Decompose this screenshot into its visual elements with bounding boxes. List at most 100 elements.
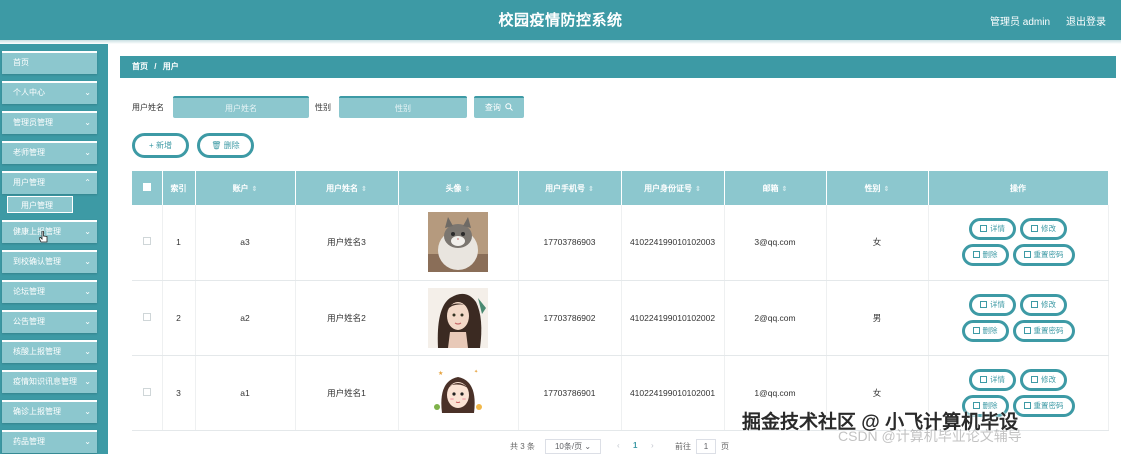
sort-icon[interactable]: ⇕ xyxy=(782,186,788,193)
sort-icon[interactable]: ⇕ xyxy=(465,186,471,193)
document-icon xyxy=(980,375,987,383)
table-row: 1 a3 用户姓名3 17703786903 41022419901010200… xyxy=(132,205,1109,281)
cell-account: a3 xyxy=(195,205,296,281)
document-icon xyxy=(980,225,987,233)
cell-idcard: 410224199010102003 xyxy=(621,205,725,281)
cell-gender: 男 xyxy=(826,280,929,356)
batch-delete-button[interactable]: 🗑 删除 xyxy=(197,133,254,158)
sidebar-item-medicine[interactable]: 药品管理 ⌄ xyxy=(2,430,97,453)
hand-cursor-icon xyxy=(39,231,48,243)
column-header[interactable]: 用户姓名 ⇕ xyxy=(295,171,399,205)
table-row: 2 a2 用户姓名2 17703786902 41022419901010200… xyxy=(132,280,1109,356)
sort-icon[interactable]: ⇕ xyxy=(884,186,890,193)
top-header: 校园疫情防控系统 管理员 admin 退出登录 xyxy=(0,0,1121,40)
sidebar-item-knowledge[interactable]: 疫情知识讯息管理 ⌄ xyxy=(2,370,97,393)
svg-text:✦: ✦ xyxy=(474,369,478,375)
chevron-down-icon: ⌄ xyxy=(84,257,91,266)
sidebar-item-notice[interactable]: 公告管理 ⌄ xyxy=(2,310,97,333)
key-icon xyxy=(1023,401,1031,409)
cell-email: 2@qq.com xyxy=(724,280,827,356)
cell-account: a2 xyxy=(195,280,296,356)
sidebar-item-teachers[interactable]: 老师管理 ⌄ xyxy=(2,141,97,164)
edit-button[interactable]: 修改 xyxy=(1020,293,1067,316)
select-all-checkbox[interactable] xyxy=(142,183,151,191)
row-checkbox[interactable] xyxy=(142,312,151,321)
svg-text:★: ★ xyxy=(438,370,443,377)
sidebar-item-arrival[interactable]: 到校确认管理 ⌄ xyxy=(2,250,97,273)
sidebar-item-forum[interactable]: 论坛管理 ⌄ xyxy=(2,280,97,303)
chevron-down-icon: ⌄ xyxy=(84,317,91,326)
column-header[interactable]: 头像 ⇕ xyxy=(398,171,519,205)
sidebar-item-label: 管理员管理 xyxy=(13,118,53,127)
document-icon xyxy=(980,300,987,308)
sidebar-item-users[interactable]: 用户管理 ⌃ xyxy=(2,171,97,194)
sidebar-item-label: 用户管理 xyxy=(13,178,45,187)
column-header[interactable]: 用户身份证号 ⇕ xyxy=(621,171,725,205)
page-number-current[interactable]: 1 xyxy=(633,441,637,450)
row-checkbox[interactable] xyxy=(142,237,151,246)
row-checkbox[interactable] xyxy=(142,387,151,396)
cartoon-girl-avatar[interactable]: ★ ✦ xyxy=(428,362,488,423)
breadcrumb-home[interactable]: 首页 xyxy=(132,62,148,71)
prev-page-icon[interactable]: ‹ xyxy=(617,441,620,450)
cell-actions: 详情 修改 删除 重置密码 xyxy=(928,280,1109,356)
trash-icon xyxy=(972,251,980,259)
cat-avatar[interactable] xyxy=(428,212,488,273)
sidebar-item-diagnosed[interactable]: 确诊上报管理 ⌄ xyxy=(2,400,97,423)
next-page-icon[interactable]: › xyxy=(651,441,654,450)
delete-button[interactable]: 删除 xyxy=(961,319,1009,342)
sort-icon[interactable]: ⇕ xyxy=(588,186,594,193)
gender-search-input[interactable] xyxy=(339,96,467,118)
breadcrumb-separator: / xyxy=(154,62,157,71)
delete-button[interactable]: 删除 xyxy=(961,244,1009,267)
reset-password-button[interactable]: 重置密码 xyxy=(1012,244,1075,267)
cell-account: a1 xyxy=(195,355,296,431)
select-all-header xyxy=(132,171,163,205)
search-button[interactable]: 查询 xyxy=(474,96,524,118)
edit-button[interactable]: 修改 xyxy=(1020,368,1067,391)
reset-password-button[interactable]: 重置密码 xyxy=(1012,319,1075,342)
sidebar-item-label: 老师管理 xyxy=(13,148,45,157)
cell-index: 2 xyxy=(162,280,196,356)
sort-icon[interactable]: ⇕ xyxy=(361,186,367,193)
sidebar-item-admins[interactable]: 管理员管理 ⌄ xyxy=(2,111,97,134)
page-size-select[interactable]: 10条/页 ⌄ xyxy=(545,439,601,454)
goto-page-input[interactable]: 1 xyxy=(696,439,716,454)
edit-icon xyxy=(1031,300,1038,308)
detail-button[interactable]: 详情 xyxy=(969,218,1016,241)
chevron-down-icon: ⌄ xyxy=(84,347,91,356)
sidebar-item-label: 健康上报管理 xyxy=(13,227,61,236)
plus-icon: + xyxy=(149,141,154,150)
breadcrumb: 首页 / 用户 xyxy=(120,56,1116,78)
column-header[interactable]: 用户手机号 ⇕ xyxy=(518,171,622,205)
reset-password-button[interactable]: 重置密码 xyxy=(1012,394,1075,417)
goto-label: 前往 xyxy=(675,442,691,451)
column-header[interactable]: 性别 ⇕ xyxy=(826,171,929,205)
key-icon xyxy=(1023,251,1031,259)
juejin-watermark: 掘金技术社区 @ 小飞计算机毕设 xyxy=(742,412,1019,433)
cell-name: 用户姓名2 xyxy=(295,280,399,356)
detail-button[interactable]: 详情 xyxy=(969,293,1016,316)
admin-label: 管理员 admin xyxy=(990,17,1051,28)
add-button[interactable]: + 新增 xyxy=(132,133,189,158)
column-header[interactable]: 账户 ⇕ xyxy=(195,171,296,205)
sidebar-item-home[interactable]: 首页 xyxy=(2,51,97,74)
cell-index: 1 xyxy=(162,205,196,281)
sidebar-item-label: 药品管理 xyxy=(13,437,45,446)
sidebar-subitem-user-management[interactable]: 用户管理 xyxy=(7,196,73,213)
girl-avatar[interactable] xyxy=(428,287,488,348)
logout-link[interactable]: 退出登录 xyxy=(1066,13,1106,28)
sidebar-item-nucleic[interactable]: 核酸上报管理 ⌄ xyxy=(2,340,97,363)
sidebar-item-health-report[interactable]: 健康上报管理 ⌄ xyxy=(2,220,97,243)
name-search-input[interactable] xyxy=(173,96,309,118)
pagination-total: 共 3 条 xyxy=(510,442,535,451)
sort-icon[interactable]: ⇕ xyxy=(695,186,701,193)
search-icon xyxy=(505,103,513,111)
delete-button-label: 删除 xyxy=(223,141,240,150)
sort-icon[interactable]: ⇕ xyxy=(252,186,258,193)
detail-button[interactable]: 详情 xyxy=(969,368,1016,391)
sidebar-item-profile[interactable]: 个人中心 ⌄ xyxy=(2,81,97,104)
edit-button[interactable]: 修改 xyxy=(1020,218,1067,241)
chevron-down-icon: ⌄ xyxy=(84,407,91,416)
column-header[interactable]: 邮箱 ⇕ xyxy=(724,171,827,205)
